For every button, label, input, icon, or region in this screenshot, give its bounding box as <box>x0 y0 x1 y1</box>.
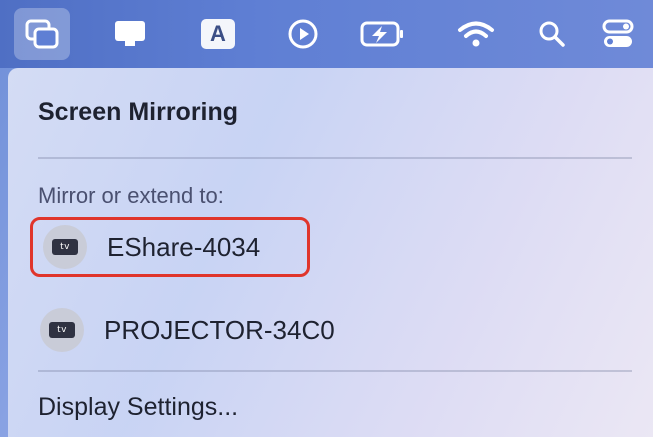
control-center-icon[interactable] <box>590 8 646 60</box>
divider <box>38 370 632 372</box>
menu-title: Screen Mirroring <box>38 98 239 126</box>
display-icon[interactable] <box>102 8 158 60</box>
divider <box>38 157 632 159</box>
section-label: Mirror or extend to: <box>38 183 224 208</box>
spotlight-search-icon[interactable] <box>524 8 580 60</box>
input-source-icon[interactable]: A <box>190 8 246 60</box>
input-source-label: A <box>201 19 235 49</box>
apple-tv-icon: tv <box>40 308 84 352</box>
wifi-icon[interactable] <box>448 8 504 60</box>
screen-mirroring-icon[interactable] <box>14 8 70 60</box>
tv-badge: tv <box>49 322 75 338</box>
tv-badge: tv <box>52 239 78 255</box>
device-item-projector-34c0[interactable]: tv PROJECTOR-34C0 <box>30 300 390 360</box>
device-name: EShare-4034 <box>107 231 261 262</box>
display-settings-item[interactable]: Display Settings... <box>38 393 238 422</box>
device-item-eshare-4034[interactable]: tv EShare-4034 <box>30 217 310 277</box>
screen-mirroring-menu: Screen Mirroring Mirror or extend to: tv… <box>8 68 653 437</box>
device-name: PROJECTOR-34C0 <box>104 314 335 345</box>
apple-tv-icon: tv <box>43 225 87 269</box>
menu-bar: A <box>0 0 653 68</box>
now-playing-icon[interactable] <box>275 8 331 60</box>
battery-charging-icon[interactable] <box>355 8 411 60</box>
